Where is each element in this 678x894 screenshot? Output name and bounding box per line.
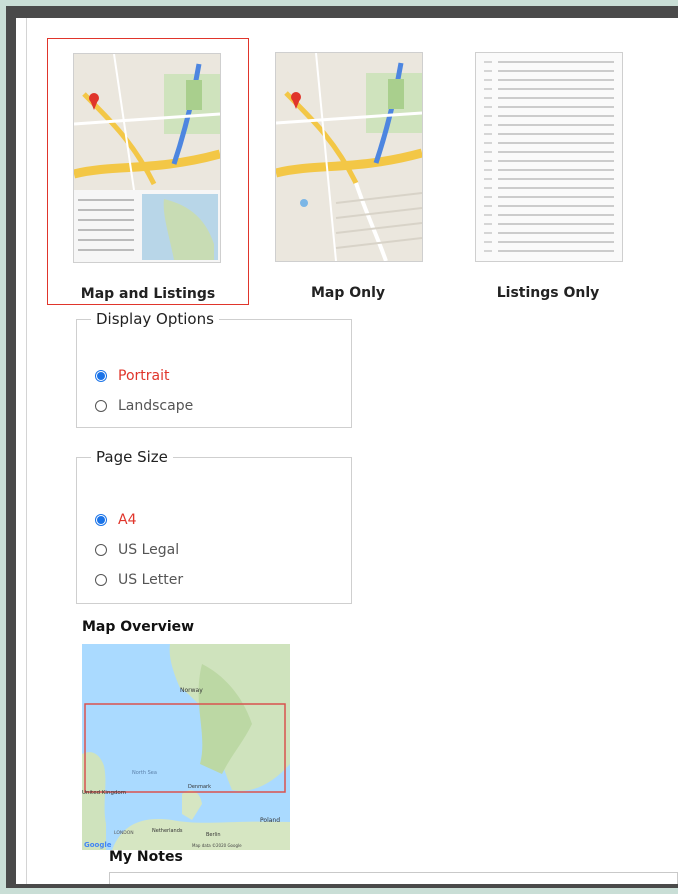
radio-checked-icon[interactable] — [95, 370, 107, 382]
radio-unchecked-icon[interactable] — [95, 574, 107, 586]
page-size-legend: Page Size — [96, 448, 168, 466]
radio-a4[interactable]: A4 — [95, 512, 136, 528]
map-label-united-kingdom: United Kingdom — [82, 790, 126, 796]
map-label-norway: Norway — [180, 687, 203, 694]
panel-left-border — [26, 18, 27, 884]
map-label-north-sea: North Sea — [132, 770, 157, 776]
radio-label: A4 — [118, 512, 137, 528]
page-size-group: Page Size A4 US Legal US Letter — [76, 448, 352, 604]
map-label-berlin: Berlin — [206, 832, 221, 838]
display-options-legend: Display Options — [96, 310, 214, 328]
layout-option-listings-only[interactable]: Listings Only — [457, 38, 639, 305]
radio-us-letter[interactable]: US Letter — [95, 572, 183, 588]
map-label-netherlands: Netherlands — [152, 828, 183, 834]
map-label-london: LONDON — [114, 830, 134, 836]
radio-unchecked-icon[interactable] — [95, 544, 107, 556]
map-overview-image[interactable]: Norway North Sea United Kingdom Denmark … — [82, 644, 290, 850]
radio-unchecked-icon[interactable] — [95, 400, 107, 412]
layout-label: Map Only — [310, 285, 386, 301]
print-options-panel: Map and Listings Map Only Listings Only … — [16, 18, 678, 884]
radio-landscape[interactable]: Landscape — [95, 398, 193, 414]
map-with-listings-thumbnail — [73, 53, 221, 263]
map-label-denmark: Denmark — [188, 784, 211, 790]
map-attribution: Map data ©2020 Google — [192, 843, 242, 848]
layout-label: Map and Listings — [80, 286, 216, 302]
radio-label: Landscape — [118, 398, 194, 414]
radio-checked-icon[interactable] — [95, 514, 107, 526]
notes-textarea[interactable] — [109, 872, 678, 884]
map-overview-title: Map Overview — [82, 619, 195, 635]
layout-option-map-only[interactable]: Map Only — [257, 38, 439, 305]
layout-option-map-and-listings[interactable]: Map and Listings — [47, 38, 249, 305]
display-options-group: Display Options Portrait Landscape — [76, 310, 352, 428]
map-thumbnail — [275, 52, 423, 262]
radio-label: US Letter — [118, 572, 184, 588]
my-notes-title: My Notes — [109, 849, 183, 865]
radio-us-legal[interactable]: US Legal — [95, 542, 179, 558]
radio-label: US Legal — [118, 542, 180, 558]
google-logo: Google — [84, 841, 112, 849]
radio-portrait[interactable]: Portrait — [95, 368, 169, 384]
map-label-poland: Poland — [260, 817, 280, 824]
radio-label: Portrait — [118, 368, 170, 384]
listings-thumbnail — [475, 52, 623, 262]
layout-label: Listings Only — [496, 285, 600, 301]
